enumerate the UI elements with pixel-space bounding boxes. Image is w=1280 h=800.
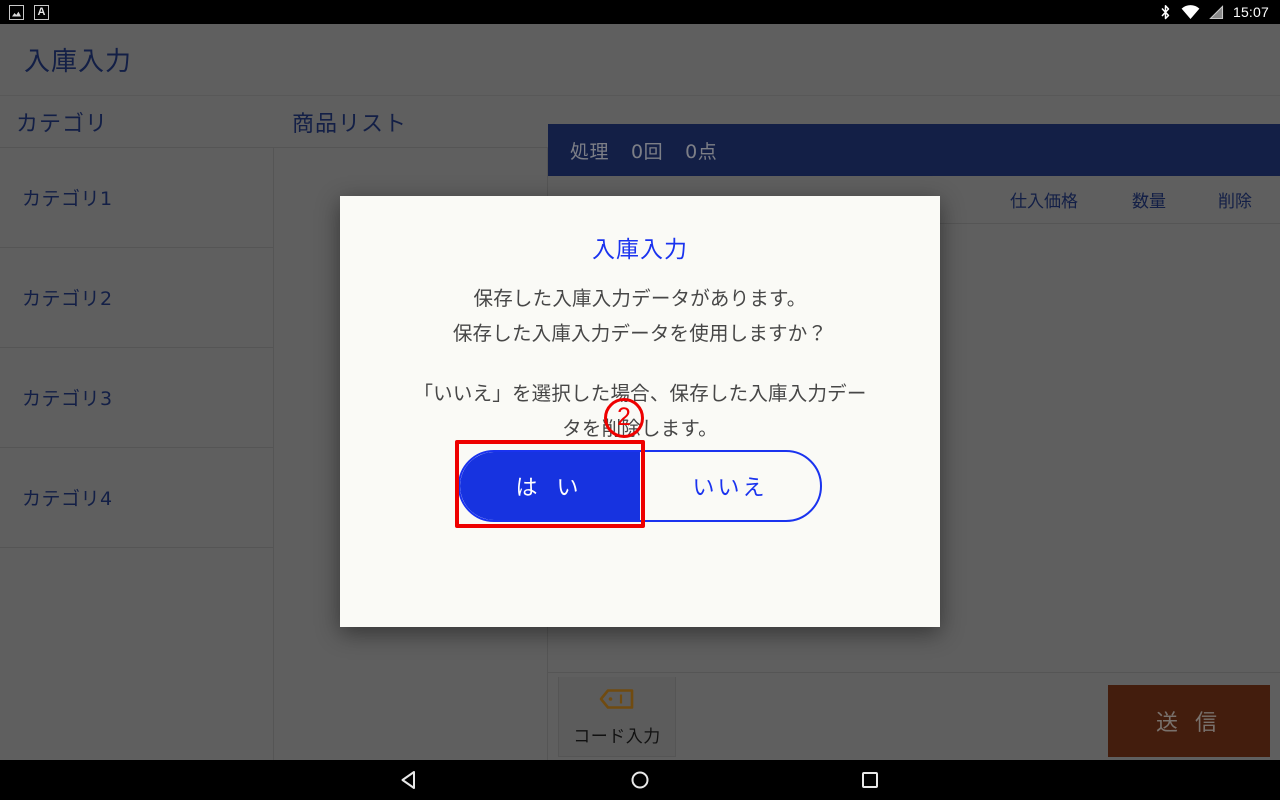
status-bar-clock: 15:07 (1232, 4, 1269, 20)
yes-button[interactable]: は い (460, 452, 640, 520)
back-icon[interactable] (390, 760, 430, 800)
status-bar: A 15:07 (0, 0, 1280, 24)
wifi-icon (1181, 4, 1200, 20)
android-screen: A 15:07 入庫入力 カテゴリ 商品リスト カテゴリ1 カテゴリ2 カテゴリ… (0, 0, 1280, 800)
no-button[interactable]: いいえ (640, 452, 820, 520)
status-bar-right-icons: 15:07 (1159, 4, 1280, 21)
input-method-icon: A (34, 4, 49, 20)
status-bar-left-icons: A (0, 4, 49, 20)
signal-icon (1209, 4, 1224, 20)
dialog-title: 入庫入力 (592, 237, 688, 263)
home-icon[interactable] (620, 760, 660, 800)
recents-icon[interactable] (850, 760, 890, 800)
screenshot-icon (9, 4, 24, 20)
dialog-button-row: は い いいえ (340, 450, 940, 522)
dialog-button-group: は い いいえ (458, 450, 822, 522)
bluetooth-icon (1159, 4, 1172, 21)
input-method-letter: A (37, 5, 46, 18)
dialog-message-line-2: 保存した入庫入力データを使用しますか？ (452, 321, 828, 345)
annotation-step-badge: 2 (604, 398, 644, 438)
dialog-message-line-1: 保存した入庫入力データがあります。 (473, 287, 807, 310)
navigation-bar (0, 760, 1280, 800)
